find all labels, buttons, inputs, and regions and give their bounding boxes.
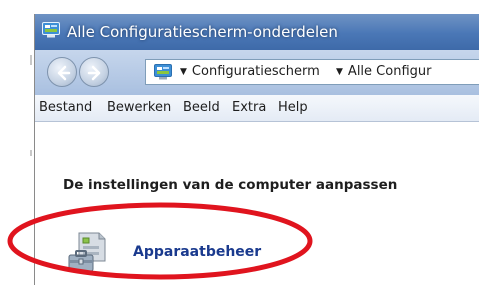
breadcrumb-label: Configuratiescherm <box>191 64 320 79</box>
breadcrumb-alle-configur[interactable]: ▼ Alle Configur <box>336 64 431 79</box>
control-panel-item-label: Apparaatbeheer <box>133 244 262 260</box>
chevron-down-icon: ▼ <box>336 67 343 77</box>
device-manager-icon <box>65 227 113 275</box>
menu-bar: Bestand Bewerken Beeld Extra Help <box>35 95 479 122</box>
title-bar[interactable]: Alle Configuratiescherm-onderdelen <box>35 14 479 50</box>
control-panel-item-apparaatbeheer[interactable]: Apparaatbeheer <box>65 227 295 283</box>
menu-item-bestand[interactable]: Bestand <box>39 100 92 115</box>
breadcrumb-label: Alle Configur <box>347 64 432 79</box>
control-panel-icon <box>42 22 60 38</box>
breadcrumb-configuratiescherm[interactable]: ▼ Configuratiescherm <box>180 64 320 79</box>
window-top-border <box>34 0 479 14</box>
control-panel-icon <box>154 64 172 80</box>
menu-item-beeld[interactable]: Beeld <box>183 100 220 115</box>
window-title: Alle Configuratiescherm-onderdelen <box>67 23 338 41</box>
menu-item-bewerken[interactable]: Bewerken <box>107 100 171 115</box>
address-bar[interactable]: ▼ Configuratiescherm ▼ Alle Configur <box>145 59 479 85</box>
navigation-bar: ▼ Configuratiescherm ▼ Alle Configur <box>35 50 479 95</box>
back-button[interactable] <box>47 57 77 87</box>
chevron-down-icon: ▼ <box>180 67 187 77</box>
section-heading: De instellingen van de computer aanpasse… <box>63 177 398 193</box>
forward-button[interactable] <box>79 57 109 87</box>
menu-item-help[interactable]: Help <box>278 100 308 115</box>
menu-item-extra[interactable]: Extra <box>232 100 266 115</box>
background-strip <box>0 0 34 285</box>
control-panel-window: Alle Configuratiescherm-onderdelen ▼ Con… <box>34 14 479 285</box>
